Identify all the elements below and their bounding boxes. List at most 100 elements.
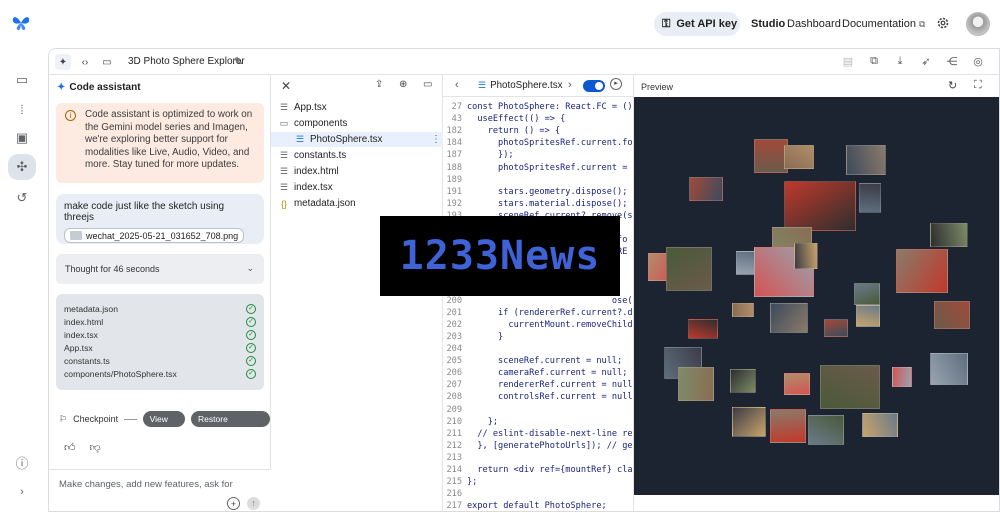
line-number: 188 [446,162,462,173]
edit-pencil-icon[interactable]: ✎ [234,55,243,68]
sphere-photo-tile[interactable] [730,369,756,393]
chevron-left-icon[interactable]: ‹ [455,79,459,91]
changed-file-row[interactable]: components/PhotoSphere.tsx ✓ [64,367,256,380]
gear-icon[interactable] [936,16,950,30]
avatar[interactable] [966,12,990,36]
new-file-icon[interactable]: ⊕ [399,79,407,90]
fullscreen-icon[interactable]: ⛶ [974,79,982,92]
build-apps-icon[interactable]: ✣ [8,154,36,180]
hide-eye-icon[interactable]: ◎ [971,55,985,68]
assistant-input[interactable]: Make changes, add new features, ask for … [49,469,271,511]
changed-file-row[interactable]: index.html ✓ [64,315,256,328]
sphere-photo-tile[interactable] [934,301,970,329]
expand-chevron-icon[interactable]: › [12,482,32,502]
line-number: 210 [446,416,462,427]
refresh-icon[interactable]: ↻ [948,79,957,92]
view-diff-button[interactable]: View diff [142,411,186,440]
sphere-photo-tile[interactable] [732,407,766,437]
attachment-chip[interactable]: wechat_2025-05-21_031652_708.png [64,228,245,243]
save-icon[interactable]: ▤ [841,55,855,68]
chevron-right-icon[interactable]: › [568,79,572,91]
changed-file-row[interactable]: constants.ts ✓ [64,354,256,367]
image-thumbnail-icon [70,231,82,240]
folder-item[interactable]: ▭ components [279,116,348,131]
thumbs-up-icon[interactable]: 👍︎ [64,441,76,454]
audio-wave-icon[interactable]: ⦙ [12,100,32,120]
sphere-photo-tile[interactable] [754,139,788,173]
changed-file-row[interactable]: metadata.json ✓ [64,302,256,315]
close-icon[interactable]: ✕ [281,79,291,93]
file-lines-icon: ☰ [279,150,289,160]
changed-file-row[interactable]: App.tsx ✓ [64,341,256,354]
share-icon[interactable]: ⋲ [945,55,959,68]
add-icon[interactable]: + [227,497,240,510]
file-item[interactable]: ☰ constants.ts [279,148,346,163]
file-item[interactable]: ☰ PhotoSphere.tsx ⋮ [271,132,443,147]
sphere-photo-tile[interactable] [770,409,806,443]
deploy-rocket-icon[interactable]: ➶ [919,55,933,68]
sphere-photo-tile[interactable] [688,319,718,339]
sphere-photo-tile[interactable] [930,353,968,385]
sparkle-icon[interactable]: ✦ [55,54,71,70]
thumbs-down-icon[interactable]: 👎︎ [90,441,101,454]
comment-icon[interactable]: ▣ [12,128,32,148]
restore-checkpoint-button[interactable]: Restore checkpoint [191,411,270,440]
get-api-key-button[interactable]: ⚿ Get API key [654,12,740,36]
sphere-photo-tile[interactable] [856,305,880,327]
send-arrow-icon[interactable]: ↑ [247,497,260,510]
dashboard-link[interactable]: Dashboard [787,18,841,30]
code-line: 217 export default PhotoSphere; [443,501,606,511]
sphere-photo-tile[interactable] [666,247,712,291]
sphere-photo-tile[interactable] [820,365,880,409]
studio-link[interactable]: Studio [751,18,785,30]
file-item[interactable]: ☰ index.tsx [279,180,333,195]
auto-run-toggle[interactable] [583,80,605,92]
sphere-photo-tile[interactable] [824,319,848,337]
code-text: }; [467,416,499,427]
chat-icon[interactable]: ▭ [12,70,32,90]
sphere-photo-tile[interactable] [859,183,881,213]
upload-file-icon[interactable]: ⇪ [375,79,383,90]
sphere-photo-tile[interactable] [892,367,912,387]
sphere-photo-tile[interactable] [678,367,714,401]
history-icon[interactable]: ↺ [12,188,32,208]
changed-file-row[interactable]: index.tsx ✓ [64,328,256,341]
code-line: 204 [443,344,467,356]
sphere-photo-tile[interactable] [930,223,968,247]
photo-sphere-canvas[interactable] [634,97,999,495]
sphere-photo-tile[interactable] [784,145,814,169]
line-number: 215 [446,477,462,488]
sphere-photo-tile[interactable] [770,303,808,333]
sphere-photo-tile[interactable] [808,415,844,445]
sphere-photo-tile[interactable] [732,303,754,317]
sphere-photo-tile[interactable] [854,283,880,305]
butterfly-logo-icon[interactable] [10,12,32,34]
sphere-photo-tile[interactable] [689,177,723,201]
file-item[interactable]: {} metadata.json [279,196,356,211]
thought-accordion[interactable]: Thought for 46 seconds ⌄ [56,254,264,284]
documentation-link[interactable]: Documentation ⧉ [842,18,925,30]
code-line: 201 if (rendererRef.current?.domE [443,308,633,320]
line-number: 208 [446,392,462,403]
play-icon[interactable]: ▸ [610,78,622,90]
file-item[interactable]: ☰ index.html [279,164,339,179]
download-icon[interactable]: ⤓ [893,55,907,68]
sphere-photo-tile[interactable] [784,373,810,395]
changed-file-name: index.html [64,316,104,327]
info-icon[interactable]: ⓘ [12,452,32,472]
sphere-photo-tile[interactable] [784,181,856,231]
new-folder-icon[interactable]: ▭ [423,79,432,90]
sphere-photo-tile[interactable] [794,243,818,269]
file-item[interactable]: ☰ App.tsx [279,100,327,115]
more-options-icon[interactable]: ⋮ [431,134,441,145]
code-icon[interactable]: ‹› [77,54,93,70]
line-number: 209 [446,404,462,415]
tab-photosphere[interactable]: ☰ PhotoSphere.tsx [478,80,563,91]
device-icon[interactable]: ▭ [99,54,115,70]
preview-title: Preview [641,82,674,92]
sphere-photo-tile[interactable] [846,145,886,175]
sphere-photo-tile[interactable] [862,413,898,437]
copy-icon[interactable]: ⧉ [867,55,881,68]
sphere-photo-tile[interactable] [896,249,948,293]
line-number: 191 [446,186,462,197]
